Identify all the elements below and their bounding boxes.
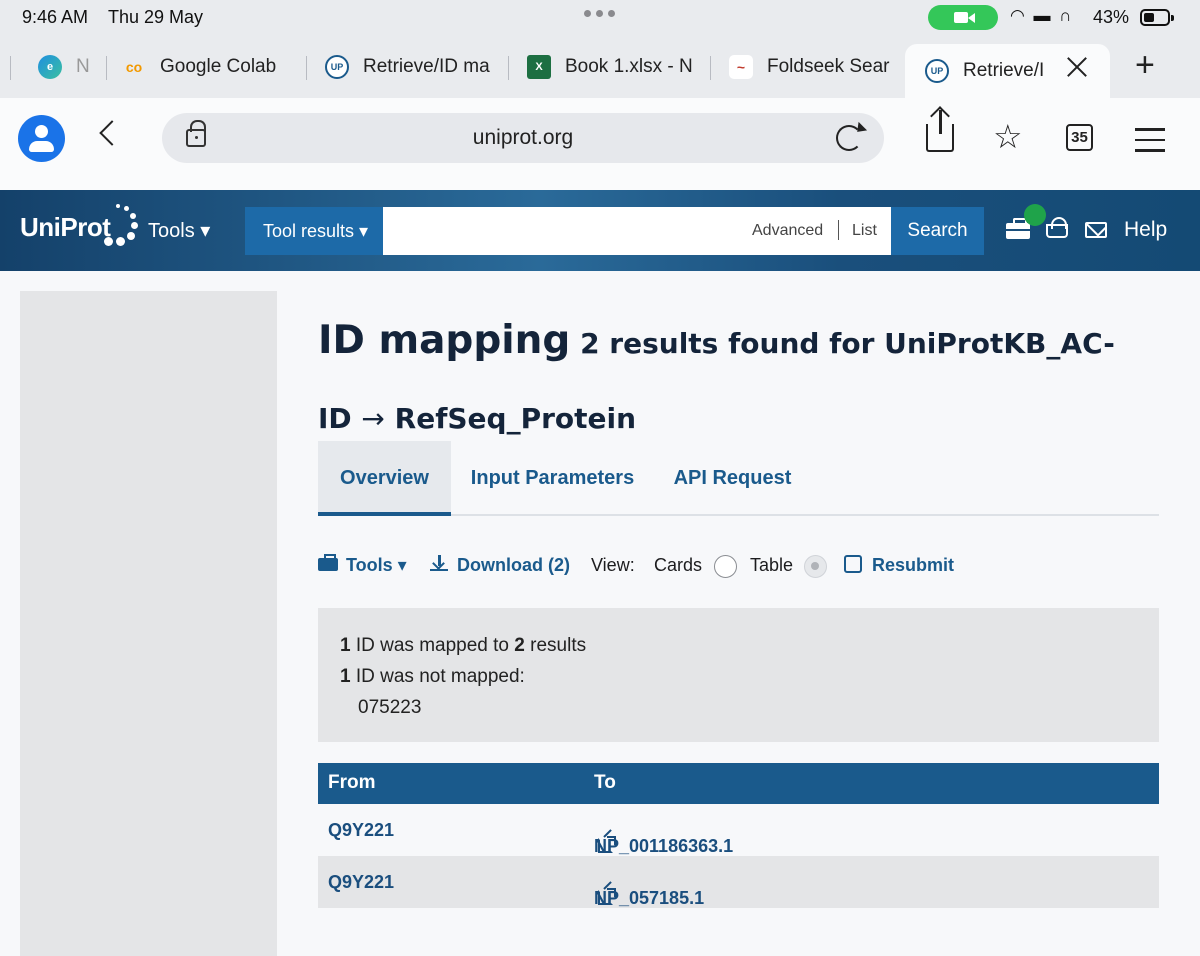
foldseek-icon: ~	[729, 55, 753, 79]
download-icon	[430, 555, 448, 572]
table-row: Q9Y221 NP_001186363.1	[328, 820, 734, 856]
tab-overview[interactable]: Overview	[318, 441, 451, 516]
external-link-icon	[598, 836, 616, 853]
uniprot-icon: UP	[925, 59, 949, 83]
tab-input-parameters[interactable]: Input Parameters	[451, 441, 654, 516]
menu-icon[interactable]	[1135, 128, 1165, 160]
results-actions: Tools ▾ Download (2) View: Cards Table R…	[318, 553, 1178, 583]
page-title: ID mapping 2 results found for UniProtKB…	[318, 318, 1115, 435]
share-icon[interactable]	[926, 110, 954, 152]
uniprot-icon: UP	[325, 55, 349, 79]
wifi-headphones-icons: ◠ ▬ ∩	[1010, 6, 1074, 25]
toolbox-icon[interactable]	[1006, 218, 1030, 239]
search-button[interactable]: Search	[891, 207, 984, 255]
cards-label: Cards	[654, 555, 703, 575]
page-content: ID mapping 2 results found for UniProtKB…	[0, 271, 1200, 956]
notification-dot	[1024, 204, 1046, 226]
results-table: From To Q9Y221 NP_001186363.1 Q9Y221 NP_…	[318, 763, 1159, 908]
help-link[interactable]: Help	[1124, 218, 1167, 242]
unmapped-id: 075223	[358, 697, 422, 718]
multitask-dots-icon[interactable]	[584, 10, 615, 17]
basket-icon[interactable]	[1046, 217, 1068, 238]
browser-toolbar: uniprot.org ☆ 35	[0, 98, 1200, 190]
profile-avatar-icon[interactable]	[18, 115, 65, 162]
tab-count-button[interactable]: 35	[1066, 124, 1093, 151]
colab-icon: co	[125, 59, 143, 75]
search-input[interactable]: Advanced List	[383, 207, 891, 255]
external-link-icon	[598, 888, 616, 905]
result-tabs: Overview Input Parameters API Request	[318, 441, 1159, 516]
browser-tab-strip: e N co Google Colab UP Retrieve/ID ma X …	[0, 36, 1200, 98]
bookmark-star-icon[interactable]: ☆	[993, 120, 1023, 153]
from-id-link[interactable]: Q9Y221	[328, 872, 394, 893]
table-header: From To	[318, 763, 1159, 804]
resubmit-button[interactable]: Resubmit	[844, 555, 954, 576]
url-text: uniprot.org	[472, 126, 574, 149]
new-tab-icon[interactable]: +	[1135, 48, 1155, 82]
battery-icon	[1140, 9, 1174, 26]
close-tab-icon[interactable]	[1066, 56, 1088, 78]
mail-icon[interactable]	[1085, 222, 1107, 238]
table-row: Q9Y221 NP_057185.1	[318, 856, 1159, 908]
status-bar: 9:46 AM Thu 29 May ◠ ▬ ∩ 43%	[0, 0, 1200, 36]
column-header-from: From	[328, 772, 376, 793]
advanced-search-link[interactable]: Advanced	[752, 222, 823, 240]
table-label: Table	[750, 555, 794, 575]
view-label: View:	[591, 555, 635, 575]
browser-tab[interactable]: X Book 1.xlsx - N	[527, 44, 692, 90]
camera-in-use-icon	[928, 5, 998, 30]
tools-menu[interactable]: Tools ▾	[148, 218, 210, 243]
mapping-summary: 1 ID was mapped to 2 results 1 ID was no…	[318, 608, 1159, 742]
list-search-link[interactable]: List	[852, 222, 877, 240]
back-icon[interactable]	[99, 120, 125, 146]
view-table-radio[interactable]	[804, 555, 827, 578]
uniprot-logo[interactable]: UniProt	[20, 212, 111, 243]
browser-tab[interactable]: e N	[38, 44, 98, 90]
excel-icon: X	[527, 55, 551, 79]
sidebar	[20, 291, 277, 956]
address-bar[interactable]: uniprot.org	[162, 113, 884, 163]
battery-percent: 43%	[1093, 7, 1130, 27]
uniprot-logo-dots-icon	[104, 204, 138, 248]
browser-tab[interactable]: ~ Foldseek Sear	[729, 44, 894, 90]
view-cards-radio[interactable]	[714, 555, 737, 578]
status-time: 9:46 AM	[22, 7, 89, 27]
browser-tab[interactable]: UP Retrieve/ID ma	[325, 44, 495, 90]
reload-icon[interactable]	[836, 125, 862, 151]
resubmit-icon	[844, 555, 862, 574]
tab-api-request[interactable]: API Request	[654, 441, 811, 516]
uniprot-header: UniProt Tools ▾ Tool results ▾ Advanced …	[0, 190, 1200, 271]
browser-tab[interactable]: co Google Colab	[122, 44, 292, 90]
column-header-to: To	[594, 772, 616, 793]
toolbox-icon	[318, 554, 338, 572]
tools-button[interactable]: Tools ▾	[318, 554, 407, 576]
search-scope-dropdown[interactable]: Tool results ▾	[245, 207, 383, 255]
download-button[interactable]: Download (2)	[430, 555, 570, 576]
from-id-link[interactable]: Q9Y221	[328, 820, 394, 841]
edge-icon: e	[38, 55, 62, 79]
status-date: Thu 29 May	[108, 7, 204, 27]
